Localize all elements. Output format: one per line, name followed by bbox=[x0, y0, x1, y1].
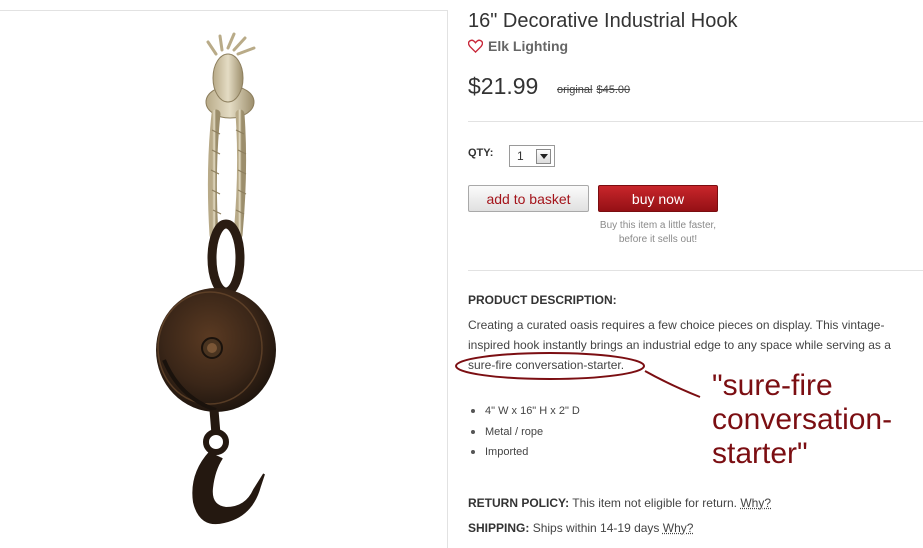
chevron-down-icon[interactable] bbox=[536, 148, 551, 164]
buy-now-button[interactable]: buy now bbox=[598, 185, 718, 212]
original-amount: $45.00 bbox=[596, 84, 631, 96]
return-policy: RETURN POLICY: This item not eligible fo… bbox=[468, 496, 771, 510]
product-image bbox=[156, 32, 276, 524]
divider bbox=[468, 121, 923, 122]
shipping-info: SHIPPING: Ships within 14-19 days Why? bbox=[468, 521, 693, 535]
column-divider bbox=[447, 10, 448, 548]
return-policy-label: RETURN POLICY: bbox=[468, 496, 570, 510]
spec-list: 4" W x 16" H x 2" D Metal / rope Importe… bbox=[468, 401, 580, 463]
qty-select[interactable]: 1 bbox=[509, 145, 555, 167]
product-title: 16" Decorative Industrial Hook bbox=[468, 10, 738, 32]
list-item: Imported bbox=[468, 442, 580, 463]
original-price: original $45.00 bbox=[557, 84, 630, 96]
description-heading: PRODUCT DESCRIPTION: bbox=[468, 293, 617, 307]
current-price: $21.99 bbox=[468, 73, 539, 99]
top-divider bbox=[0, 10, 447, 11]
list-item: 4" W x 16" H x 2" D bbox=[468, 401, 580, 422]
return-why-link[interactable]: Why? bbox=[740, 496, 771, 510]
heart-icon[interactable] bbox=[468, 39, 483, 53]
shipping-why-link[interactable]: Why? bbox=[663, 521, 694, 535]
list-item: Metal / rope bbox=[468, 422, 580, 443]
divider bbox=[468, 270, 923, 271]
callout-line: starter" bbox=[712, 437, 808, 470]
buy-now-note: Buy this item a little faster, before it… bbox=[599, 220, 717, 245]
callout-line: "sure-fire bbox=[712, 369, 833, 402]
qty-label: QTY: bbox=[468, 147, 494, 159]
add-to-basket-button[interactable]: add to basket bbox=[468, 185, 589, 212]
brand-row: Elk Lighting bbox=[468, 38, 568, 54]
qty-value: 1 bbox=[517, 149, 524, 163]
shipping-label: SHIPPING: bbox=[468, 521, 530, 535]
callout-line: conversation- bbox=[712, 403, 893, 436]
return-policy-text: This item not eligible for return. bbox=[572, 496, 737, 510]
original-label: original bbox=[557, 84, 593, 96]
shipping-text: Ships within 14-19 days bbox=[532, 521, 660, 535]
annotation-callout: "sure-fire conversation- starter" bbox=[712, 369, 892, 471]
description-text: Creating a curated oasis requires a few … bbox=[468, 318, 891, 372]
brand-name[interactable]: Elk Lighting bbox=[488, 38, 568, 54]
